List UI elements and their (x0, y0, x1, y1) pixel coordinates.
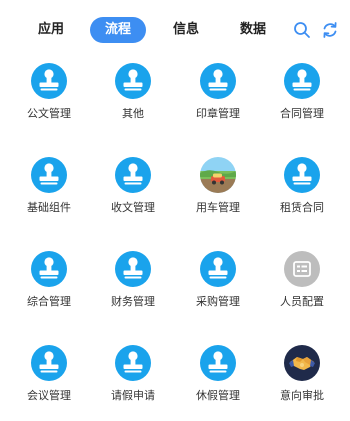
app-label: 财务管理 (111, 295, 155, 308)
app-item[interactable]: 公文管理 (7, 63, 91, 133)
app-label: 采购管理 (196, 295, 240, 308)
app-label: 租赁合同 (280, 201, 324, 214)
app-item[interactable]: 租赁合同 (260, 157, 344, 227)
stamp-icon (115, 157, 151, 193)
handshake-icon (284, 345, 320, 381)
app-label: 基础组件 (27, 201, 71, 214)
app-label: 意向审批 (280, 389, 324, 402)
app-item[interactable]: 请假申请 (91, 345, 175, 415)
app-item[interactable]: 其他 (91, 63, 175, 133)
app-label: 综合管理 (27, 295, 71, 308)
stamp-icon (200, 345, 236, 381)
car-landscape-icon (200, 157, 236, 193)
app-item[interactable]: 用车管理 (176, 157, 260, 227)
app-item[interactable]: 采购管理 (176, 251, 260, 321)
stamp-icon (115, 63, 151, 99)
app-label: 人员配置 (280, 295, 324, 308)
app-item[interactable]: 财务管理 (91, 251, 175, 321)
stamp-icon (200, 63, 236, 99)
app-label: 公文管理 (27, 107, 71, 120)
app-item[interactable]: 人员配置 (260, 251, 344, 321)
app-item[interactable]: 合同管理 (260, 63, 344, 133)
app-item[interactable]: 意向审批 (260, 345, 344, 415)
app-item[interactable]: 收文管理 (91, 157, 175, 227)
stamp-icon (284, 157, 320, 193)
stamp-icon (31, 345, 67, 381)
stamp-icon (200, 251, 236, 287)
stamp-icon (31, 251, 67, 287)
app-label: 收文管理 (111, 201, 155, 214)
app-item[interactable]: 印章管理 (176, 63, 260, 133)
stamp-icon (115, 251, 151, 287)
personnel-config-icon (284, 251, 320, 287)
app-item[interactable]: 基础组件 (7, 157, 91, 227)
app-label: 合同管理 (280, 107, 324, 120)
stamp-icon (31, 157, 67, 193)
app-grid: 公文管理 其他 印章管理 合同管理 基础组件 收文管理 用车管理 租赁合同 综合… (0, 0, 350, 421)
app-item[interactable]: 会议管理 (7, 345, 91, 415)
app-label: 休假管理 (196, 389, 240, 402)
app-label: 其他 (122, 107, 144, 120)
stamp-icon (31, 63, 67, 99)
app-label: 用车管理 (196, 201, 240, 214)
stamp-icon (284, 63, 320, 99)
stamp-icon (115, 345, 151, 381)
app-label: 印章管理 (196, 107, 240, 120)
app-label: 请假申请 (111, 389, 155, 402)
app-item[interactable]: 综合管理 (7, 251, 91, 321)
app-label: 会议管理 (27, 389, 71, 402)
app-item[interactable]: 休假管理 (176, 345, 260, 415)
